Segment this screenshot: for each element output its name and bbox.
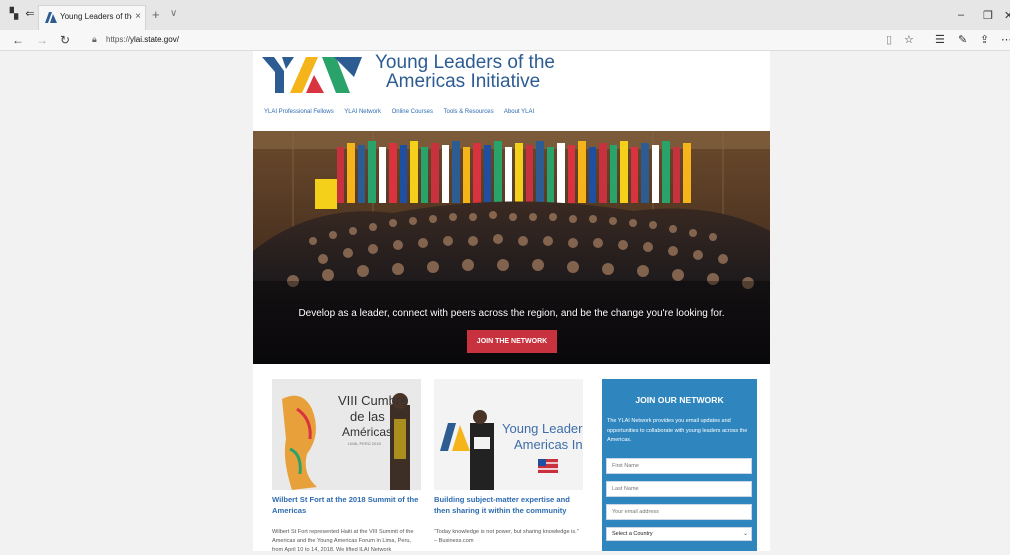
tab-preview-toggle[interactable]: ∨ bbox=[170, 8, 177, 19]
join-network-button[interactable]: JOIN THE NETWORK bbox=[467, 330, 557, 353]
close-window-icon[interactable]: ✕ bbox=[1004, 9, 1010, 22]
address-field[interactable]: 🔒︎ https://ylai.state.gov/ bbox=[88, 32, 880, 48]
forward-icon[interactable]: → bbox=[36, 33, 48, 47]
nav-item-about-ylai[interactable]: About YLAI bbox=[504, 109, 534, 115]
country-select[interactable]: Select a Country ⌄ bbox=[606, 527, 752, 541]
ylai-site: Young Leaders of the Americas Initiative… bbox=[253, 51, 770, 553]
tab-overview-icon[interactable]: ▚ bbox=[8, 9, 20, 20]
expertise-image-text-1: Young Leaders bbox=[502, 421, 583, 436]
reading-view-icon[interactable]: ▯ bbox=[886, 33, 892, 46]
main-navigation: YLAI Professional Fellows YLAI Network O… bbox=[264, 109, 543, 115]
share-icon[interactable]: ⇪ bbox=[980, 33, 989, 46]
url-text: https://ylai.state.gov/ bbox=[106, 35, 179, 44]
close-tab-icon[interactable]: × bbox=[135, 11, 141, 22]
summit-image-text-1: VIII Cumbre bbox=[338, 393, 408, 408]
notes-icon[interactable]: ✎ bbox=[958, 33, 967, 46]
browser-tab[interactable]: Young Leaders of the Ar × bbox=[38, 5, 146, 30]
card-title-summit[interactable]: Wilbert St Fort at the 2018 Summit of th… bbox=[272, 494, 421, 516]
country-select-value: Select a Country bbox=[612, 531, 653, 537]
restore-icon[interactable]: ❐ bbox=[983, 9, 993, 22]
card-image-expertise[interactable]: Young Leaders Americas In bbox=[434, 379, 583, 490]
last-name-field[interactable] bbox=[606, 481, 752, 497]
refresh-icon[interactable]: ↻ bbox=[60, 33, 70, 47]
nav-item-professional-fellows[interactable]: YLAI Professional Fellows bbox=[264, 109, 334, 115]
join-heading: JOIN OUR NETWORK bbox=[635, 395, 724, 405]
back-icon[interactable]: ← bbox=[12, 33, 24, 47]
first-name-field[interactable] bbox=[606, 458, 752, 474]
address-bar-row: ← → ↻ 🔒︎ https://ylai.state.gov/ ▯ ☆ ☰ ✎… bbox=[0, 30, 1010, 51]
new-tab-button[interactable]: + bbox=[152, 7, 160, 22]
favorites-list-icon[interactable]: ☰ bbox=[935, 33, 945, 46]
minimize-icon[interactable]: – bbox=[958, 9, 964, 21]
site-title[interactable]: Young Leaders of the Americas Initiative bbox=[375, 53, 555, 91]
summit-image-text-4: LIMA, PERÚ 2018 bbox=[348, 441, 381, 446]
card-title-expertise[interactable]: Building subject-matter expertise and th… bbox=[434, 494, 583, 516]
summit-image-text-2: de las bbox=[350, 409, 385, 424]
join-description: The YLAI Network provides you email upda… bbox=[607, 418, 748, 443]
nav-item-tools-resources[interactable]: Tools & Resources bbox=[444, 109, 494, 115]
ylai-favicon-icon bbox=[45, 12, 57, 23]
card-image-summit[interactable]: VIII Cumbre de las Américas LIMA, PERÚ 2… bbox=[272, 379, 421, 490]
ylai-logo[interactable] bbox=[262, 57, 362, 93]
nav-item-ylai-network[interactable]: YLAI Network bbox=[344, 109, 381, 115]
chevron-down-icon: ⌄ bbox=[742, 531, 748, 537]
lock-icon: 🔒︎ bbox=[92, 34, 97, 44]
card-body-expertise: “Today knowledge is not power, but shari… bbox=[434, 529, 579, 544]
summit-image-text-3: Américas bbox=[342, 425, 393, 439]
page-viewport: Young Leaders of the Americas Initiative… bbox=[0, 51, 1010, 553]
hero-banner: Develop as a leader, connect with peers … bbox=[253, 131, 770, 364]
more-icon[interactable]: ⋯ bbox=[1001, 33, 1010, 46]
expertise-image-text-2: Americas In bbox=[514, 437, 583, 452]
set-aside-tabs-icon[interactable]: ⇐ bbox=[24, 9, 36, 20]
nav-item-online-courses[interactable]: Online Courses bbox=[392, 109, 433, 115]
join-network-panel: JOIN OUR NETWORK The YLAI Network provid… bbox=[602, 379, 757, 551]
email-field[interactable] bbox=[606, 504, 752, 520]
favorite-icon[interactable]: ☆ bbox=[904, 33, 914, 46]
tab-title: Young Leaders of the Ar bbox=[60, 12, 132, 21]
hero-tagline: Develop as a leader, connect with peers … bbox=[298, 308, 725, 319]
browser-tab-bar: ▚ ⇐ Young Leaders of the Ar × + ∨ – ❐ ✕ bbox=[0, 0, 1010, 30]
